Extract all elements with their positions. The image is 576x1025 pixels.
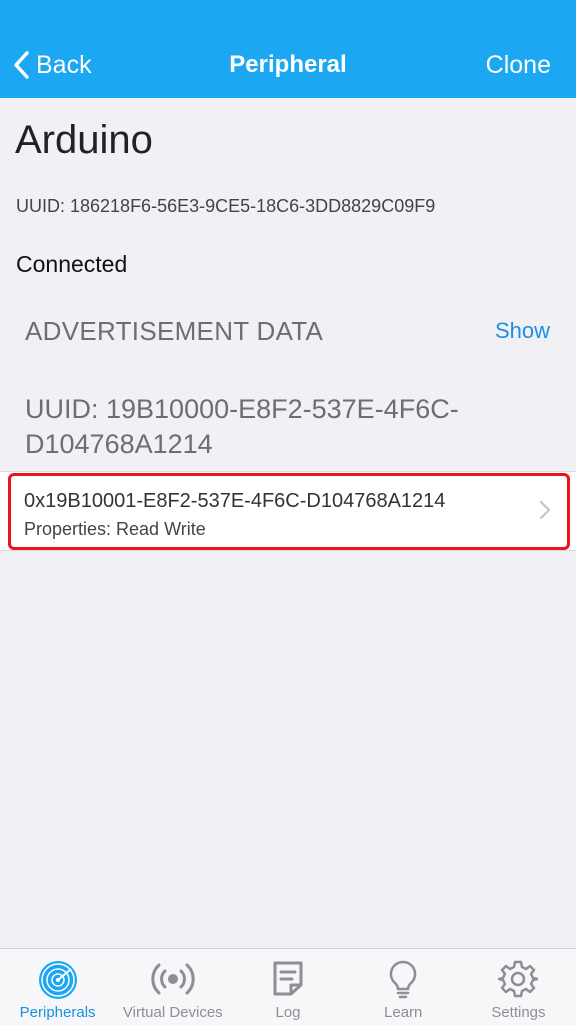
advertisement-data-header: ADVERTISEMENT DATA xyxy=(25,316,324,346)
radar-icon xyxy=(38,961,77,999)
tab-settings[interactable]: Settings xyxy=(461,949,576,1025)
tab-log[interactable]: Log xyxy=(230,949,345,1025)
tab-bar: Peripherals Virtual Devices Log Learn Se… xyxy=(0,948,576,1025)
tab-label: Log xyxy=(275,1004,301,1021)
lightbulb-icon xyxy=(389,960,417,999)
log-icon xyxy=(273,961,303,996)
characteristic-properties: Properties: Read Write xyxy=(24,519,206,539)
tab-label: Settings xyxy=(491,1004,546,1021)
show-advertisement-button[interactable]: Show xyxy=(495,315,550,347)
gear-icon xyxy=(498,960,539,998)
chevron-left-icon xyxy=(14,51,29,79)
tab-label: Virtual Devices xyxy=(122,1004,223,1021)
clone-button[interactable]: Clone xyxy=(486,44,551,86)
navigation-bar: Back Peripheral Clone xyxy=(0,0,576,98)
characteristic-uuid: 0x19B10001-E8F2-537E-4F6C-D104768A1214 xyxy=(24,490,446,512)
tab-label: Learn xyxy=(384,1004,423,1021)
tab-label: Peripherals xyxy=(19,1004,96,1021)
service-uuid-header: UUID: 19B10000-E8F2-537E-4F6C-D104768A12… xyxy=(25,394,459,459)
broadcast-icon xyxy=(151,963,195,995)
tab-virtual-devices[interactable]: Virtual Devices xyxy=(115,949,230,1025)
device-uuid: UUID: 186218F6-56E3-9CE5-18C6-3DD8829C09… xyxy=(16,196,436,216)
chevron-right-icon xyxy=(539,500,551,520)
back-button[interactable]: Back xyxy=(12,44,92,86)
tab-learn[interactable]: Learn xyxy=(346,949,461,1025)
characteristic-row[interactable]: 0x19B10001-E8F2-537E-4F6C-D104768A1214 P… xyxy=(0,471,576,551)
connection-status: Connected xyxy=(16,251,128,277)
tab-peripherals[interactable]: Peripherals xyxy=(0,949,115,1025)
back-label: Back xyxy=(36,50,92,79)
device-name: Arduino xyxy=(15,118,153,162)
